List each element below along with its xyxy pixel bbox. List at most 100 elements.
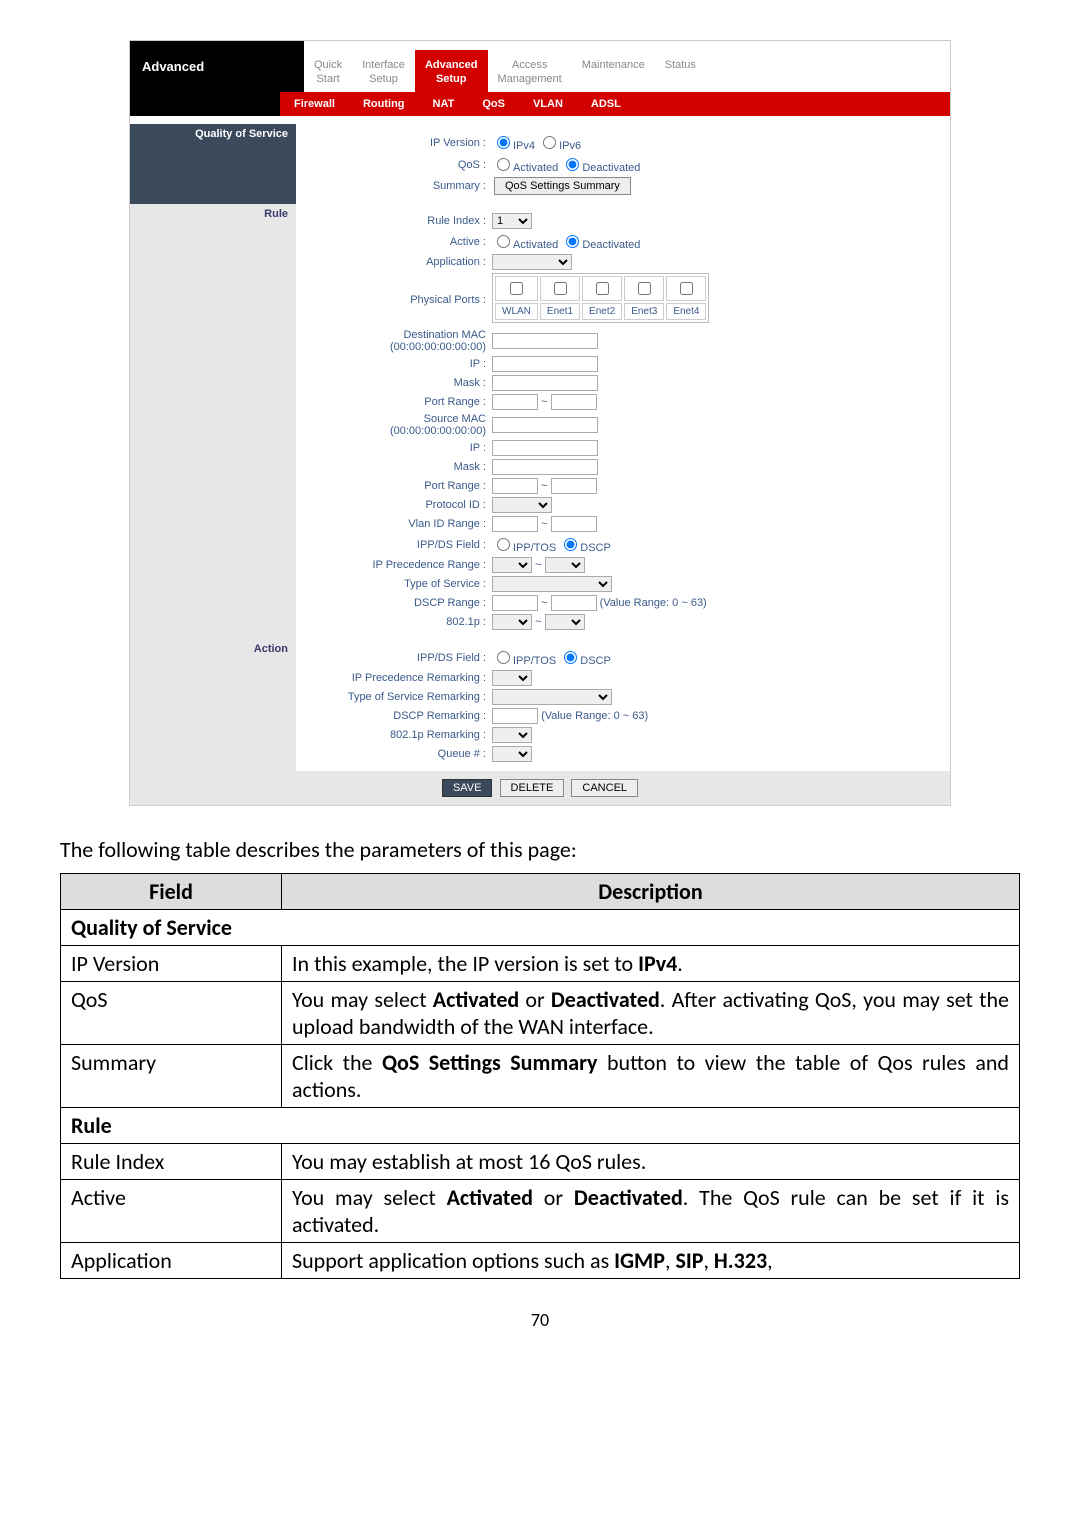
active-label: Active :: [306, 236, 492, 248]
src-port2-input[interactable]: [551, 478, 597, 494]
vlan-id-label: Vlan ID Range :: [306, 518, 492, 530]
rule-activated-radio[interactable]: [497, 235, 510, 248]
src-mac-label: Source MAC(00:00:00:00:00:00): [306, 413, 492, 437]
subtab-firewall[interactable]: Firewall: [280, 92, 349, 116]
field-active: Active: [61, 1180, 282, 1243]
8021p1-select[interactable]: [492, 614, 532, 630]
tab-interface-setup[interactable]: InterfaceSetup: [352, 50, 415, 92]
dest-port2-input[interactable]: [551, 394, 597, 410]
action-dscp-radio[interactable]: [564, 651, 577, 664]
protocol-id-label: Protocol ID :: [306, 499, 492, 511]
action-dscp-input[interactable]: [492, 708, 538, 724]
rule-index-select[interactable]: 1: [492, 213, 532, 229]
tab-quick-start[interactable]: QuickStart: [304, 50, 352, 92]
delete-button[interactable]: DELETE: [500, 779, 565, 797]
ipprec1-select[interactable]: [492, 557, 532, 573]
button-bar: SAVE DELETE CANCEL: [130, 771, 950, 805]
dest-mask-label: Mask :: [306, 377, 492, 389]
dest-mask-input[interactable]: [492, 375, 598, 391]
dscp-radio[interactable]: [564, 538, 577, 551]
port-enet3-check[interactable]: [638, 282, 651, 295]
action-queue-select[interactable]: [492, 746, 532, 762]
field-summary: Summary: [61, 1045, 282, 1108]
field-qos: QoS: [61, 982, 282, 1045]
physical-ports-label: Physical Ports :: [306, 294, 492, 306]
8021p-label: 802.1p :: [306, 616, 492, 628]
port-wlan-check[interactable]: [510, 282, 523, 295]
section-qos: Quality of Service: [130, 124, 296, 204]
qos-label: QoS :: [306, 159, 492, 171]
subtab-nat[interactable]: NAT: [419, 92, 469, 116]
tab-advanced-setup[interactable]: AdvancedSetup: [415, 50, 488, 92]
qos-deactivated-radio[interactable]: [566, 158, 579, 171]
dest-port1-input[interactable]: [492, 394, 538, 410]
application-label: Application :: [306, 256, 492, 268]
rule-index-label: Rule Index :: [306, 215, 492, 227]
dscp-range-label: DSCP Range :: [306, 597, 492, 609]
page-number: 70: [60, 1309, 1020, 1331]
section-row-rule: Rule: [61, 1108, 1020, 1144]
tos-select[interactable]: [492, 576, 612, 592]
qos-summary-button[interactable]: QoS Settings Summary: [494, 177, 631, 195]
rule-deactivated-radio[interactable]: [566, 235, 579, 248]
ipv6-radio[interactable]: [543, 136, 556, 149]
top-nav: Advanced QuickStart InterfaceSetup Advan…: [130, 41, 950, 92]
tab-maintenance[interactable]: Maintenance: [572, 50, 655, 92]
action-ippds-label: IPP/DS Field :: [306, 652, 492, 664]
ipptos-radio[interactable]: [497, 538, 510, 551]
cancel-button[interactable]: CANCEL: [571, 779, 638, 797]
action-8021p-select[interactable]: [492, 727, 532, 743]
action-tos-select[interactable]: [492, 689, 612, 705]
field-ipversion: IP Version: [61, 946, 282, 982]
qos-activated-radio[interactable]: [497, 158, 510, 171]
tab-status[interactable]: Status: [655, 50, 706, 92]
ipprec2-select[interactable]: [545, 557, 585, 573]
action-ipprec-label: IP Precedence Remarking :: [306, 672, 492, 684]
action-8021p-label: 802.1p Remarking :: [306, 729, 492, 741]
col-field: Field: [61, 874, 282, 910]
dest-ip-input[interactable]: [492, 356, 598, 372]
action-ipprec-select[interactable]: [492, 670, 532, 686]
src-mac-input[interactable]: [492, 417, 598, 433]
dscp1-input[interactable]: [492, 595, 538, 611]
subtab-routing[interactable]: Routing: [349, 92, 419, 116]
src-ip-label: IP :: [306, 442, 492, 454]
src-port1-input[interactable]: [492, 478, 538, 494]
src-port-label: Port Range :: [306, 480, 492, 492]
dest-mac-input[interactable]: [492, 333, 598, 349]
field-application: Application: [61, 1243, 282, 1279]
port-enet1-check[interactable]: [554, 282, 567, 295]
side-brand: Advanced: [130, 41, 304, 92]
physical-ports-table: WLAN Enet1 Enet2 Enet3 Enet4: [492, 273, 709, 323]
subtab-adsl[interactable]: ADSL: [577, 92, 635, 116]
field-ruleindex: Rule Index: [61, 1144, 282, 1180]
desc-active: You may select Activated or Deactivated.…: [282, 1180, 1020, 1243]
dest-ip-label: IP :: [306, 358, 492, 370]
port-enet4-check[interactable]: [680, 282, 693, 295]
application-select[interactable]: [492, 254, 572, 270]
subtab-vlan[interactable]: VLAN: [519, 92, 577, 116]
ipv4-radio[interactable]: [497, 136, 510, 149]
router-admin-screenshot: Advanced QuickStart InterfaceSetup Advan…: [129, 40, 951, 806]
src-mask-label: Mask :: [306, 461, 492, 473]
desc-qos: You may select Activated or Deactivated.…: [282, 982, 1020, 1045]
action-queue-label: Queue # :: [306, 748, 492, 760]
action-tos-label: Type of Service Remarking :: [306, 691, 492, 703]
port-enet2-check[interactable]: [596, 282, 609, 295]
src-mask-input[interactable]: [492, 459, 598, 475]
vlan-id1-input[interactable]: [492, 516, 538, 532]
vlan-id2-input[interactable]: [551, 516, 597, 532]
dest-mac-label: Destination MAC(00:00:00:00:00:00): [306, 329, 492, 353]
ippds-label: IPP/DS Field :: [306, 539, 492, 551]
protocol-id-select[interactable]: [492, 497, 552, 513]
desc-application: Support application options such as IGMP…: [282, 1243, 1020, 1279]
table-intro: The following table describes the parame…: [60, 836, 1020, 863]
8021p2-select[interactable]: [545, 614, 585, 630]
src-ip-input[interactable]: [492, 440, 598, 456]
action-ipptos-radio[interactable]: [497, 651, 510, 664]
save-button[interactable]: SAVE: [442, 779, 493, 797]
section-row-qos: Quality of Service: [61, 910, 1020, 946]
subtab-qos[interactable]: QoS: [468, 92, 519, 116]
dscp2-input[interactable]: [551, 595, 597, 611]
tab-access-management[interactable]: AccessManagement: [488, 50, 572, 92]
